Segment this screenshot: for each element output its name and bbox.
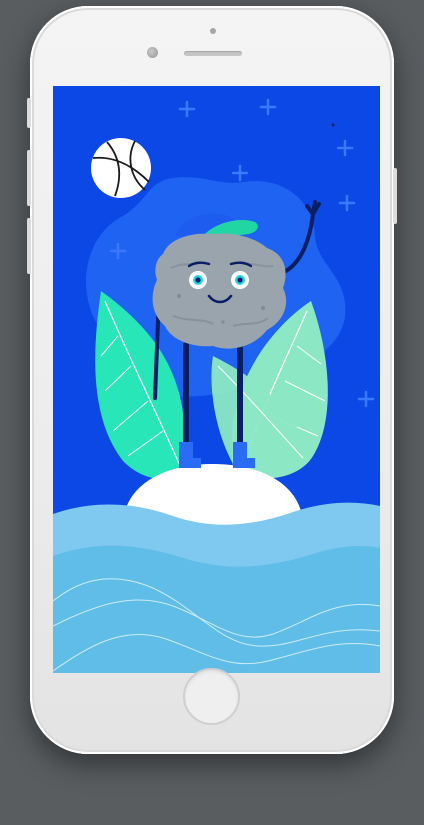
illustration [53, 98, 380, 673]
moon-icon [91, 138, 151, 198]
left-leg [183, 342, 189, 450]
plus-icon [178, 100, 196, 118]
earpiece-speaker [184, 51, 242, 56]
star-dot [331, 123, 335, 127]
left-boot [179, 442, 201, 468]
plus-icon [336, 139, 354, 157]
plus-icon [338, 194, 356, 212]
home-button[interactable] [183, 668, 240, 725]
left-eye [189, 271, 207, 289]
plus-icon [231, 164, 249, 182]
mute-switch[interactable] [27, 98, 31, 128]
phone-frame [27, 6, 397, 754]
front-camera [147, 47, 158, 58]
proximity-sensor [210, 28, 216, 34]
plus-icon [357, 390, 375, 408]
right-eye [231, 271, 249, 289]
power-button[interactable] [393, 168, 397, 224]
plus-icon [259, 98, 277, 116]
phone-screen [53, 86, 380, 673]
volume-down-button[interactable] [27, 218, 31, 274]
right-leg [237, 342, 243, 450]
wave-icon [53, 502, 380, 673]
volume-up-button[interactable] [27, 150, 31, 206]
